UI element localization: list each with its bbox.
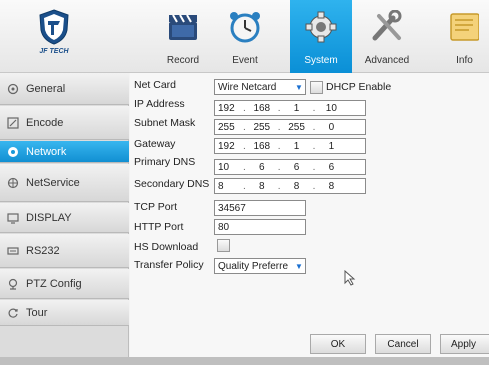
primary-dns-input[interactable]: 10. 6. 6. 6 — [214, 159, 366, 175]
chevron-down-icon: ▼ — [293, 80, 305, 94]
dns2-octet: 8 — [259, 180, 265, 192]
clapperboard-icon — [169, 14, 197, 40]
tab-label: System — [304, 55, 338, 66]
net-card-select[interactable]: Wire Netcard ▼ — [214, 79, 306, 95]
gateway-octet: 168 — [253, 140, 271, 152]
http-port-input[interactable]: 80 — [214, 219, 306, 235]
tab-label: Info — [456, 55, 473, 66]
ip-octet: 10 — [325, 102, 337, 114]
shield-logo-icon — [39, 9, 69, 45]
ok-button[interactable]: OK — [310, 334, 366, 354]
sidebar-item-label: DISPLAY — [26, 211, 72, 224]
tab-info[interactable]: Info — [428, 0, 489, 73]
sidebar-item-display[interactable]: DISPLAY — [0, 203, 129, 233]
sidebar-item-network[interactable]: Network — [0, 141, 129, 163]
tcp-port-label: TCP Port — [134, 201, 177, 213]
alarm-clock-icon — [230, 12, 260, 43]
tab-label: Record — [166, 55, 200, 66]
dns2-octet: 8 — [218, 180, 224, 192]
dns1-octet: 6 — [293, 161, 300, 173]
ip-octet: 192 — [218, 102, 235, 114]
sidebar-item-label: RS232 — [26, 244, 60, 257]
dns2-octet: 8 — [328, 180, 335, 192]
top-toolbar: JF TECH Record Event System Advanced Inf… — [0, 0, 489, 73]
general-icon — [6, 82, 20, 96]
dns2-octet: 8 — [293, 180, 300, 192]
secondary-dns-input[interactable]: 8. 8. 8. 8 — [214, 178, 366, 194]
transfer-policy-label: Transfer Policy — [134, 259, 204, 271]
brand-logo: JF TECH — [8, 4, 100, 66]
cancel-button[interactable]: Cancel — [375, 334, 431, 354]
dhcp-checkbox[interactable] — [310, 81, 323, 94]
brand-name: JF TECH — [39, 48, 69, 55]
http-port-label: HTTP Port — [134, 221, 184, 233]
sidebar-item-label: General — [26, 82, 66, 95]
gateway-octet: 1 — [328, 140, 335, 152]
ip-octet: 1 — [293, 102, 300, 114]
sidebar-item-general[interactable]: General — [0, 73, 129, 105]
ip-address-label: IP Address — [134, 98, 185, 110]
mask-octet: 0 — [328, 121, 335, 133]
sidebar-item-label: PTZ Config — [26, 277, 82, 290]
subnet-mask-input[interactable]: 255. 255. 255. 0 — [214, 119, 366, 135]
dns1-octet: 10 — [218, 161, 230, 173]
sidebar-item-label: NetService — [26, 176, 80, 189]
http-port-value: 80 — [218, 221, 230, 233]
tab-system[interactable]: System — [290, 0, 352, 73]
sidebar-item-tour[interactable]: Tour — [0, 300, 129, 326]
sidebar-item-rs232[interactable]: RS232 — [0, 234, 129, 268]
tab-advanced[interactable]: Advanced — [352, 0, 422, 73]
network-settings-panel: Net Card Wire Netcard ▼ DHCP Enable IP A… — [130, 73, 489, 365]
sidebar-item-label: Encode — [26, 116, 64, 129]
rs232-icon — [6, 244, 20, 258]
net-card-label: Net Card — [134, 79, 177, 91]
net-card-value: Wire Netcard — [218, 81, 277, 93]
transfer-policy-select[interactable]: Quality Preferre ▼ — [214, 258, 306, 274]
tools-icon — [372, 10, 402, 41]
mask-octet: 255 — [288, 121, 305, 133]
transfer-policy-value: Quality Preferre — [218, 260, 289, 272]
netservice-icon — [6, 176, 20, 190]
hs-download-checkbox[interactable] — [217, 239, 230, 252]
gateway-octet: 1 — [293, 140, 300, 152]
subnet-mask-label: Subnet Mask — [134, 117, 196, 129]
dns1-octet: 6 — [328, 161, 335, 173]
tour-icon — [6, 306, 20, 320]
apply-button[interactable]: Apply — [440, 334, 489, 354]
tcp-port-value: 34567 — [218, 202, 246, 214]
chevron-down-icon: ▼ — [293, 259, 305, 273]
mask-octet: 255 — [218, 121, 235, 133]
tab-record[interactable]: Record — [152, 0, 214, 73]
secondary-dns-label: Secondary DNS — [134, 178, 210, 190]
dns1-octet: 6 — [259, 161, 265, 173]
tab-event[interactable]: Event — [214, 0, 276, 73]
sidebar-item-ptz-config[interactable]: PTZ Config — [0, 269, 129, 299]
hs-download-label: HS Download — [134, 241, 199, 253]
gateway-input[interactable]: 192. 168. 1. 1 — [214, 138, 366, 154]
bottom-bar — [0, 357, 489, 365]
ip-address-input[interactable]: 192. 168. 1. 10 — [214, 100, 366, 116]
gateway-label: Gateway — [134, 138, 176, 150]
tab-label: Advanced — [364, 55, 410, 66]
display-icon — [6, 211, 20, 225]
gateway-octet: 192 — [218, 140, 235, 152]
sidebar-item-label: Network — [26, 145, 67, 158]
tcp-port-input[interactable]: 34567 — [214, 200, 306, 216]
dhcp-label: DHCP Enable — [326, 81, 392, 93]
sidebar-item-label: Tour — [26, 306, 48, 319]
sidebar-item-netservice[interactable]: NetService — [0, 164, 129, 202]
primary-dns-label: Primary DNS — [134, 156, 196, 168]
tab-label: Event — [232, 55, 258, 66]
ip-octet: 168 — [253, 102, 271, 114]
sidebar-item-encode[interactable]: Encode — [0, 106, 129, 140]
gear-icon — [305, 11, 337, 43]
ptz-icon — [6, 277, 20, 291]
sidebar: General Encode Network NetService DISPLA… — [0, 73, 129, 365]
info-icon — [449, 13, 479, 41]
encode-icon — [6, 116, 20, 130]
network-icon — [6, 145, 20, 159]
mouse-cursor-icon — [344, 270, 356, 286]
mask-octet: 255 — [253, 121, 271, 133]
